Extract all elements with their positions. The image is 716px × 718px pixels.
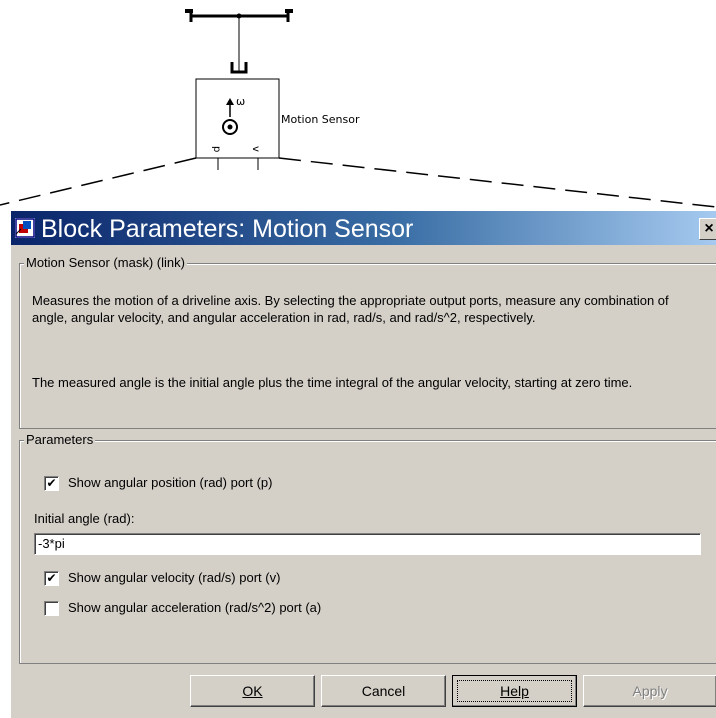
cancel-button[interactable]: Cancel: [321, 675, 446, 707]
port-label-v: v: [250, 146, 261, 152]
block-diagram: ω p v: [0, 9, 716, 208]
dialog-title: Block Parameters: Motion Sensor: [41, 215, 414, 243]
show-position-checkbox[interactable]: ✔: [44, 476, 59, 491]
close-button[interactable]: ×: [699, 218, 716, 240]
simulink-block-icon: [15, 218, 35, 238]
title-bar[interactable]: Block Parameters: Motion Sensor ×: [11, 211, 716, 245]
show-acceleration-checkbox[interactable]: [44, 601, 59, 616]
show-velocity-label: Show angular velocity (rad/s) port (v): [68, 570, 281, 585]
omega-symbol: ω: [236, 95, 245, 108]
description-paragraph-2: The measured angle is the initial angle …: [32, 375, 633, 390]
initial-angle-input[interactable]: [34, 533, 701, 555]
zoom-line-right: [278, 157, 716, 208]
apply-label: Apply: [632, 683, 668, 699]
help-button[interactable]: Help: [452, 675, 577, 707]
parameters-group: Parameters ✔ Show angular position (rad)…: [19, 432, 716, 664]
mask-group-title: Motion Sensor (mask) (link): [24, 255, 187, 270]
ok-label: OK: [242, 683, 263, 699]
initial-angle-label: Initial angle (rad):: [34, 511, 135, 526]
show-velocity-checkbox[interactable]: ✔: [44, 571, 59, 586]
focus-rectangle: [457, 680, 572, 702]
mask-description-group: Motion Sensor (mask) (link) Measures the…: [19, 255, 716, 429]
cancel-label: Cancel: [361, 683, 406, 699]
apply-button[interactable]: Apply: [583, 675, 716, 707]
connection-line: [185, 9, 293, 74]
parameters-group-title: Parameters: [24, 432, 96, 447]
show-position-label: Show angular position (rad) port (p): [68, 475, 273, 490]
block-name-label: Motion Sensor: [281, 113, 360, 126]
description-paragraph-1: Measures the motion of a driveline axis.…: [32, 293, 669, 325]
ok-button[interactable]: OK: [190, 675, 315, 707]
block-parameters-dialog: Block Parameters: Motion Sensor × Motion…: [10, 210, 716, 718]
port-label-p: p: [211, 146, 222, 152]
show-acceleration-label: Show angular acceleration (rad/s^2) port…: [68, 600, 322, 615]
zoom-line-left: [0, 157, 197, 206]
close-icon: ×: [704, 220, 714, 237]
motion-sensor-block[interactable]: [195, 78, 280, 159]
